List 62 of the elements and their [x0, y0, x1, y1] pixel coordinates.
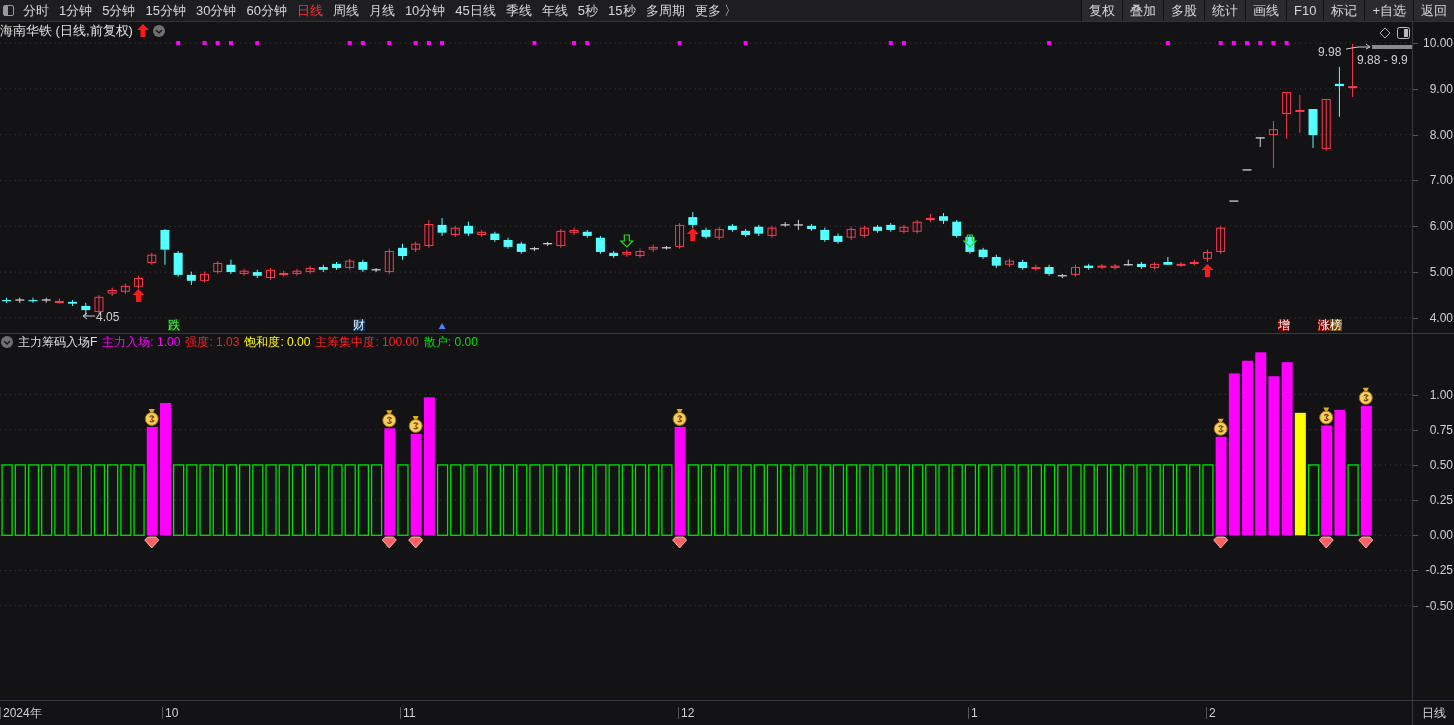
toolbar-button[interactable]: 返回 — [1413, 0, 1454, 21]
axis-label: -0.50 — [1424, 599, 1453, 612]
axis-label: 9.00 — [1428, 82, 1453, 95]
axis-label: 4.00 — [1428, 311, 1453, 324]
legend-item: 饱和度: 0.00 — [244, 336, 311, 348]
price-range-label: 9.88 - 9.9 — [1357, 54, 1408, 66]
indicator-name: 主力筹码入场F — [18, 336, 98, 348]
time-label: 11 — [400, 707, 416, 719]
axis-label: 6.00 — [1428, 220, 1453, 233]
legend-item: 主筹集中度: 100.00 — [315, 336, 419, 348]
period-tab[interactable]: 1分钟 — [54, 0, 98, 21]
period-tab[interactable]: 日线 — [291, 0, 328, 21]
legend-item: 主力入场: 1.00 — [102, 336, 181, 348]
period-tab[interactable]: 季线 — [500, 0, 537, 21]
axis-label: 5.00 — [1428, 266, 1453, 279]
more-button[interactable]: 更多 〉 — [689, 0, 743, 21]
high-price-label: 9.98 — [1318, 46, 1342, 58]
legend-item: 强度: 1.03 — [185, 336, 240, 348]
legend-item: 散户: 0.00 — [423, 336, 478, 348]
period-tab[interactable]: 5秒 — [572, 0, 604, 21]
axis-label: 0.50 — [1428, 458, 1453, 471]
axis-label: 0.00 — [1428, 529, 1453, 542]
period-tab[interactable]: 30分钟 — [190, 0, 242, 21]
toolbar-button[interactable]: 复权 — [1081, 0, 1122, 21]
time-label: 12 — [678, 707, 695, 719]
toolbar-button[interactable]: +自选 — [1364, 0, 1413, 21]
axis-label: 0.75 — [1428, 423, 1453, 436]
period-tab[interactable]: 45日线 — [450, 0, 501, 21]
toolbar-button[interactable]: F10 — [1286, 0, 1324, 21]
period-tab[interactable]: 分时 — [18, 0, 54, 21]
period-label: 日线 — [1421, 705, 1446, 722]
axis-label: 7.00 — [1428, 174, 1453, 187]
toolbar-button[interactable]: 叠加 — [1122, 0, 1163, 21]
period-tab[interactable]: 年线 — [536, 0, 573, 21]
time-label: 1 — [968, 707, 978, 719]
event-marker: 榜 — [1330, 319, 1342, 331]
toolbar-button[interactable]: 标记 — [1323, 0, 1365, 21]
period-tab[interactable]: 15分钟 — [140, 0, 191, 21]
axis-label: -0.25 — [1424, 564, 1453, 577]
time-label: 2 — [1206, 707, 1216, 719]
axis-label: 1.00 — [1428, 388, 1453, 401]
low-price-label: 4.05 — [96, 311, 120, 323]
time-label: 2024年 — [0, 707, 42, 719]
period-tab[interactable]: 多周期 — [640, 0, 690, 21]
period-tab[interactable]: 周线 — [327, 0, 364, 21]
event-marker: 涨 — [1318, 319, 1330, 331]
period-tab[interactable]: 10分钟 — [399, 0, 451, 21]
chart-title: 海南华铁 (日线,前复权) — [0, 24, 133, 37]
axis-label: 0.25 — [1428, 494, 1453, 507]
event-marker: 增 — [1278, 319, 1290, 331]
event-marker: 跌 — [168, 319, 180, 331]
period-tab[interactable]: 15秒 — [603, 0, 641, 21]
period-tab[interactable]: 5分钟 — [97, 0, 141, 21]
event-marker: 财 — [353, 319, 365, 331]
toolbar-button[interactable]: 多股 — [1163, 0, 1204, 21]
time-label: 10 — [162, 707, 179, 719]
axis-label: 10.00 — [1421, 37, 1453, 50]
period-tab[interactable]: 月线 — [363, 0, 400, 21]
toolbar-button[interactable]: 统计 — [1204, 0, 1245, 21]
axis-label: 8.00 — [1428, 128, 1453, 141]
period-tab[interactable]: 60分钟 — [241, 0, 292, 21]
toolbar-button[interactable]: 画线 — [1245, 0, 1286, 21]
